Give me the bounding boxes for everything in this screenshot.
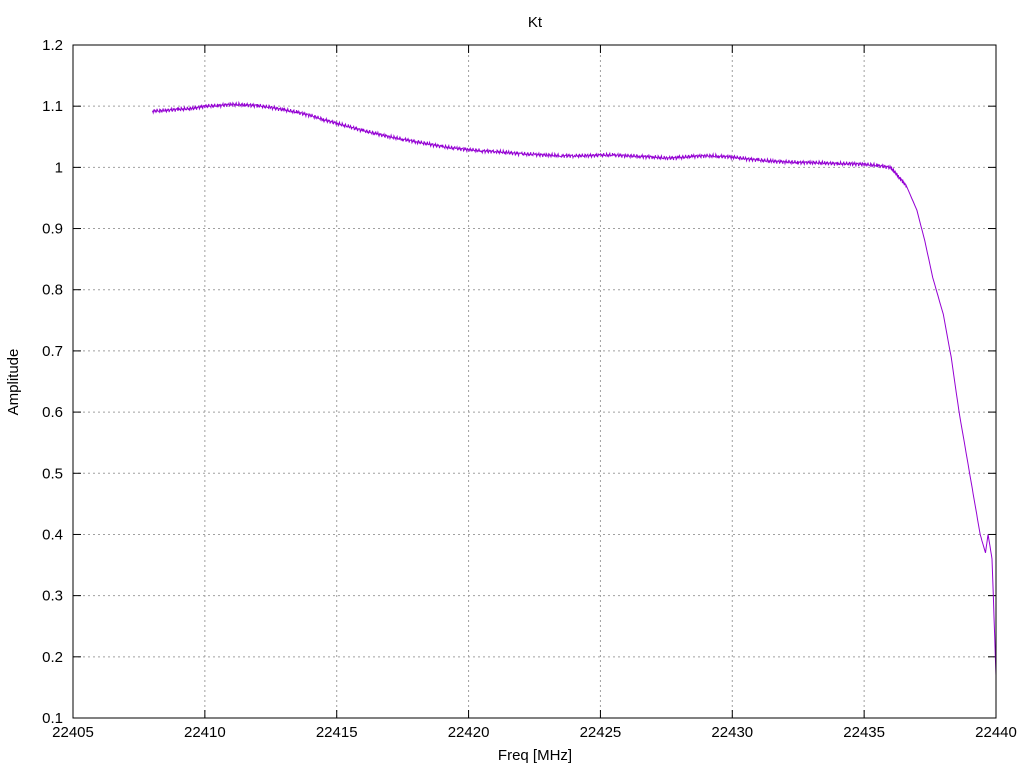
y-tick-label: 0.8 — [42, 282, 63, 299]
chart-title: Kt — [528, 14, 543, 31]
x-tick-label: 22430 — [711, 724, 753, 741]
y-tick-label: 0.3 — [42, 588, 63, 605]
y-tick-label: 0.7 — [42, 343, 63, 360]
plot-frame — [72, 44, 997, 719]
axis-ticks — [72, 44, 997, 719]
y-tick-label: 0.4 — [42, 526, 63, 543]
y-axis-title: Amplitude — [5, 349, 22, 416]
y-tick-label: 1.2 — [42, 37, 63, 54]
x-tick-label: 22425 — [580, 724, 622, 741]
y-tick-label: 0.1 — [42, 710, 63, 727]
chart: 22405 22410 22415 22420 22425 22430 22435 22440… — [5, 14, 1017, 764]
x-tick-label: 22420 — [448, 724, 490, 741]
y-tick-label: 0.6 — [42, 404, 63, 421]
series-line — [152, 100, 997, 676]
y-tick-label: 0.9 — [42, 221, 63, 238]
x-tick-label: 22440 — [975, 724, 1017, 741]
x-tick-label: 22410 — [184, 724, 226, 741]
y-tick-labels: 0.1 0.2 0.3 0.4 0.5 0.6 0.7 0.8 0.9 1 1.1 1.2 — [42, 37, 63, 727]
x-tick-label: 22415 — [316, 724, 358, 741]
x-axis-title: Freq [MHz] — [498, 747, 572, 764]
y-tick-label: 1 — [55, 159, 63, 176]
grid-lines — [73, 45, 996, 718]
x-tick-label: 22435 — [843, 724, 885, 741]
y-tick-label: 0.2 — [42, 649, 63, 666]
y-tick-label: 1.1 — [42, 98, 63, 115]
y-tick-label: 0.5 — [42, 465, 63, 482]
x-tick-labels: 22405 22410 22415 22420 22425 22430 22435 22440 — [52, 724, 1017, 741]
